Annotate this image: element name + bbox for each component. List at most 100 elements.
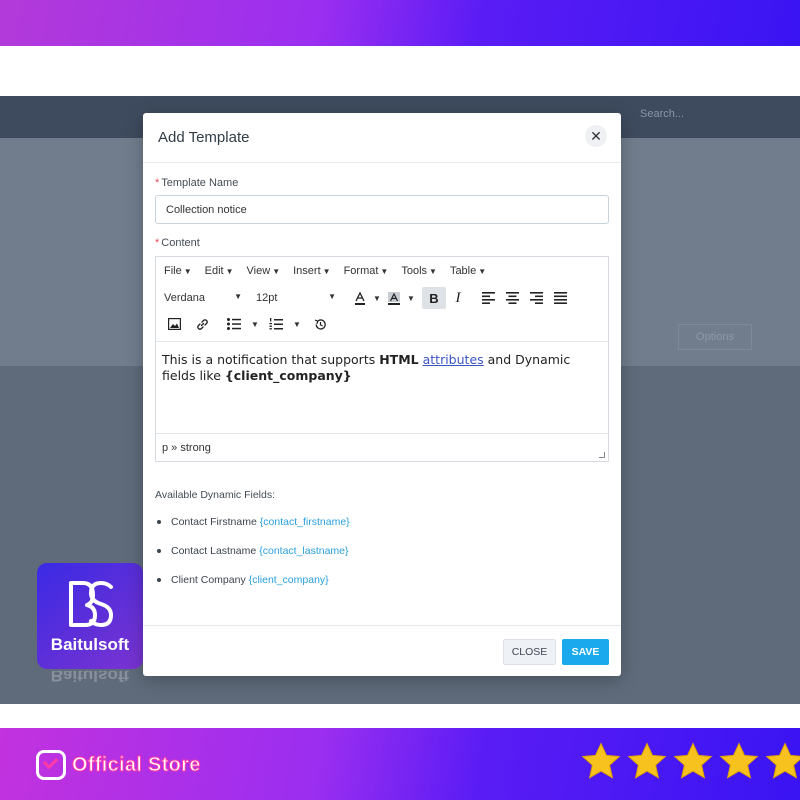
content-text: This is a notification that supports: [162, 352, 380, 367]
link-icon: [196, 318, 208, 330]
modal-close-button[interactable]: ✕: [585, 125, 607, 147]
star-icon: [673, 742, 713, 779]
bold-button[interactable]: B: [422, 287, 446, 309]
menu-file[interactable]: File ▼: [164, 265, 192, 277]
menu-edit[interactable]: Edit ▼: [205, 265, 234, 277]
font-family-value: Verdana: [164, 292, 205, 304]
rating-stars: [580, 741, 800, 783]
caret-down-icon: ▼: [429, 267, 437, 276]
align-center-button[interactable]: [500, 287, 524, 309]
add-template-modal: Add Template ✕ *Template Name *Content F…: [143, 113, 621, 676]
element-path[interactable]: p » strong: [162, 442, 211, 454]
menu-tools[interactable]: Tools ▼: [401, 265, 437, 277]
bullet-list-icon: [227, 318, 241, 330]
content-bold-text: HTML: [379, 352, 419, 367]
list-item: Contact Firstname {contact_firstname}: [155, 516, 350, 545]
template-name-label-text: Template Name: [161, 177, 239, 189]
caret-down-icon: ▼: [272, 267, 281, 276]
font-size-value: 12pt: [256, 292, 278, 304]
font-size-select[interactable]: 12pt ▼: [256, 292, 342, 304]
dynamic-fields-list: Contact Firstname {contact_firstname} Con…: [155, 516, 350, 603]
align-center-icon: [505, 292, 519, 304]
white-strip: [0, 46, 800, 96]
rich-text-editor: File ▼ Edit ▼ View ▼ Insert ▼ Format ▼ Tools ▼…: [155, 256, 609, 462]
logo-monogram-icon: [69, 580, 114, 628]
close-button[interactable]: CLOSE: [503, 639, 556, 665]
resize-handle-icon[interactable]: [599, 452, 605, 458]
editor-toolbar-formatting: Verdana ▼ 12pt ▼ ▼ ▼ B I: [156, 285, 608, 311]
numbered-list-button[interactable]: [264, 313, 288, 335]
dynamic-fields-title: Available Dynamic Fields:: [155, 489, 276, 501]
menu-label: View: [246, 265, 271, 277]
menu-label: Table: [449, 265, 477, 277]
bottom-promo-band: Official Store: [0, 728, 800, 800]
editor-menubar: File ▼ Edit ▼ View ▼ Insert ▼ Format ▼ Tools ▼…: [156, 257, 608, 285]
editor-statusbar: p » strong: [156, 433, 608, 461]
history-icon: [314, 318, 326, 330]
list-item: Client Company {client_company}: [155, 574, 350, 603]
insert-image-button[interactable]: [162, 313, 186, 335]
bullet-list-caret-icon[interactable]: ▼: [250, 320, 260, 329]
text-color-button[interactable]: [348, 287, 372, 309]
template-name-label: * Template Name: [155, 177, 238, 189]
check-badge-icon: [36, 750, 66, 780]
menu-format[interactable]: Format ▼: [344, 265, 389, 277]
logo-name: Baitulsoft: [50, 635, 130, 654]
background-color-button[interactable]: [382, 287, 406, 309]
star-icon: [719, 742, 759, 779]
top-promo-band: [0, 0, 800, 46]
content-label: * Content: [155, 237, 200, 249]
menu-label: File: [164, 265, 182, 277]
bullet-list-button[interactable]: [222, 313, 246, 335]
caret-down-icon: ▼: [183, 267, 192, 276]
dynamic-field-key[interactable]: {client_company}: [249, 574, 329, 586]
align-justify-icon: [553, 292, 567, 304]
required-mark: *: [155, 177, 160, 189]
modal-title: Add Template: [158, 129, 250, 146]
caret-down-icon: ▼: [225, 267, 234, 276]
caret-down-icon: ▼: [322, 267, 331, 276]
menu-view[interactable]: View ▼: [247, 265, 281, 277]
editor-toolbar-insert: ▼ ▼: [156, 311, 608, 337]
caret-down-icon: ▼: [380, 267, 389, 276]
italic-button[interactable]: I: [446, 287, 470, 309]
modal-footer: CLOSE SAVE: [143, 625, 621, 676]
font-family-select[interactable]: Verdana ▼: [164, 292, 250, 304]
numbered-list-caret-icon[interactable]: ▼: [292, 320, 302, 329]
background-color-caret-icon[interactable]: ▼: [406, 294, 416, 303]
app-search-input[interactable]: Search...: [640, 108, 684, 120]
align-right-icon: [529, 292, 543, 304]
options-button[interactable]: Options: [678, 324, 752, 350]
align-left-icon: [481, 292, 495, 304]
menu-insert[interactable]: Insert ▼: [293, 265, 330, 277]
menu-table[interactable]: Table ▼: [450, 265, 486, 277]
restore-draft-button[interactable]: [308, 313, 332, 335]
menu-label: Insert: [293, 265, 321, 277]
text-color-caret-icon[interactable]: ▼: [372, 294, 382, 303]
official-store-badge: Official Store: [36, 750, 201, 780]
align-left-button[interactable]: [476, 287, 500, 309]
dynamic-field-label: Contact Lastname: [171, 545, 257, 557]
numbered-list-icon: [269, 317, 283, 329]
content-link[interactable]: attributes: [423, 352, 484, 367]
logo-reflection-text: Baitulsoft: [50, 671, 130, 685]
bullet-icon: [157, 549, 161, 553]
required-mark: *: [155, 237, 160, 249]
template-name-input[interactable]: [155, 195, 609, 224]
align-justify-button[interactable]: [548, 287, 572, 309]
list-item: Contact Lastname {contact_lastname}: [155, 545, 350, 574]
star-icon: [627, 742, 667, 779]
modal-header: Add Template ✕: [143, 113, 621, 163]
dynamic-field-key[interactable]: {contact_lastname}: [259, 545, 348, 557]
star-icon: [581, 742, 621, 779]
logo-reflection: Baitulsoft: [37, 671, 143, 697]
star-icon: [765, 742, 800, 779]
dynamic-field-key[interactable]: {contact_firstname}: [260, 516, 350, 528]
italic-icon: I: [455, 289, 461, 306]
align-right-button[interactable]: [524, 287, 548, 309]
highlight-color-icon: [388, 292, 400, 305]
save-button[interactable]: SAVE: [562, 639, 609, 665]
editor-content-area[interactable]: This is a notification that supports HTM…: [156, 341, 608, 433]
dynamic-field-label: Contact Firstname: [171, 516, 257, 528]
insert-link-button[interactable]: [190, 313, 214, 335]
